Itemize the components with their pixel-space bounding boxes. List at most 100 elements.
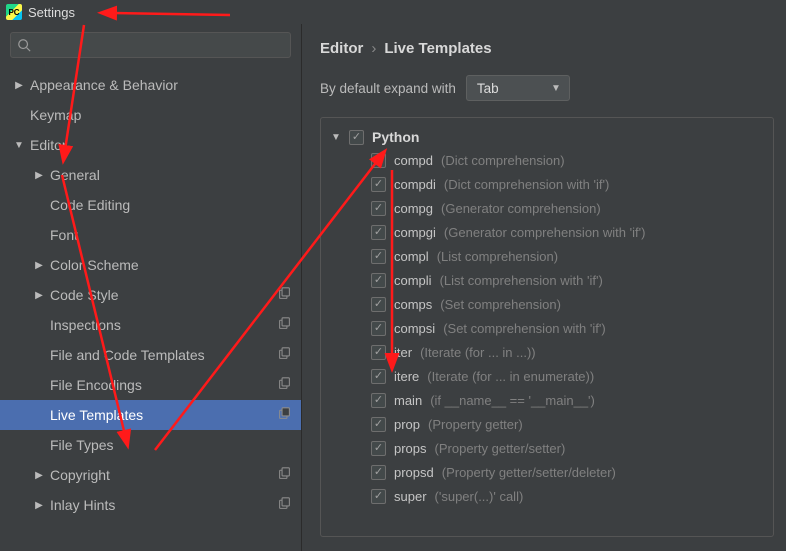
titlebar: PC Settings bbox=[0, 0, 786, 24]
template-description: (Property getter) bbox=[428, 417, 523, 432]
pycharm-icon: PC bbox=[6, 4, 22, 20]
template-group-row[interactable]: ▼ Python bbox=[331, 126, 769, 148]
scheme-icon bbox=[278, 317, 291, 333]
sidebar-item-label: Inspections bbox=[50, 317, 121, 333]
sidebar-item-label: File Encodings bbox=[50, 377, 142, 393]
template-key: compdi bbox=[394, 177, 436, 192]
template-checkbox[interactable] bbox=[371, 441, 386, 456]
template-checkbox[interactable] bbox=[371, 393, 386, 408]
template-checkbox[interactable] bbox=[371, 465, 386, 480]
sidebar-item-file-types[interactable]: ▶File Types bbox=[0, 430, 301, 460]
scheme-icon bbox=[278, 287, 291, 303]
template-checkbox[interactable] bbox=[371, 489, 386, 504]
search-icon bbox=[17, 38, 31, 52]
chevron-down-icon: ▼ bbox=[14, 140, 24, 151]
sidebar-item-keymap[interactable]: ▶Keymap bbox=[0, 100, 301, 130]
sidebar-item-label: Color Scheme bbox=[50, 257, 139, 273]
template-description: (if __name__ == '__main__') bbox=[430, 393, 595, 408]
template-item-comps[interactable]: comps (Set comprehension) bbox=[331, 292, 769, 316]
group-collapse-arrow[interactable]: ▼ bbox=[331, 132, 341, 143]
template-key: compsi bbox=[394, 321, 435, 336]
template-checkbox[interactable] bbox=[371, 321, 386, 336]
search-input[interactable] bbox=[10, 32, 291, 58]
sidebar-item-label: Font bbox=[50, 227, 78, 243]
template-checkbox[interactable] bbox=[371, 177, 386, 192]
template-description: (Set comprehension) bbox=[440, 297, 561, 312]
template-item-prop[interactable]: prop (Property getter) bbox=[331, 412, 769, 436]
template-item-compd[interactable]: compd(Dict comprehension) bbox=[331, 148, 769, 172]
template-description: (List comprehension) bbox=[437, 249, 558, 264]
sidebar-item-inlay-hints[interactable]: ▶Inlay Hints bbox=[0, 490, 301, 520]
template-key: compli bbox=[394, 273, 432, 288]
sidebar-item-label: Copyright bbox=[50, 467, 110, 483]
template-key: propsd bbox=[394, 465, 434, 480]
template-item-compsi[interactable]: compsi(Set comprehension with 'if') bbox=[331, 316, 769, 340]
template-item-propsd[interactable]: propsd(Property getter/setter/deleter) bbox=[331, 460, 769, 484]
template-checkbox[interactable] bbox=[371, 369, 386, 384]
chevron-right-icon: ▶ bbox=[34, 290, 44, 301]
expand-with-label: By default expand with bbox=[320, 81, 456, 96]
sidebar-item-editor[interactable]: ▼ Editor bbox=[0, 130, 301, 160]
sidebar-item-label: File Types bbox=[50, 437, 114, 453]
template-item-compg[interactable]: compg (Generator comprehension) bbox=[331, 196, 769, 220]
template-checkbox[interactable] bbox=[371, 225, 386, 240]
template-item-compl[interactable]: compl (List comprehension) bbox=[331, 244, 769, 268]
template-key: prop bbox=[394, 417, 420, 432]
template-checkbox[interactable] bbox=[371, 201, 386, 216]
expand-with-combobox[interactable]: Tab ▼ bbox=[466, 75, 570, 101]
chevron-right-icon: ▶ bbox=[34, 500, 44, 511]
chevron-right-icon: ▶ bbox=[34, 170, 44, 181]
template-description: (Iterate (for ... in ...)) bbox=[420, 345, 536, 360]
template-checkbox[interactable] bbox=[371, 417, 386, 432]
template-item-compdi[interactable]: compdi (Dict comprehension with 'if') bbox=[331, 172, 769, 196]
template-checkbox[interactable] bbox=[371, 153, 386, 168]
template-description: (Generator comprehension) bbox=[441, 201, 601, 216]
template-description: (Dict comprehension) bbox=[441, 153, 565, 168]
sidebar-item-file-encodings[interactable]: ▶File Encodings bbox=[0, 370, 301, 400]
template-description: (Iterate (for ... in enumerate)) bbox=[427, 369, 594, 384]
template-description: (Property getter/setter) bbox=[435, 441, 566, 456]
template-item-itere[interactable]: itere (Iterate (for ... in enumerate)) bbox=[331, 364, 769, 388]
sidebar-item-font[interactable]: ▶Font bbox=[0, 220, 301, 250]
template-item-super[interactable]: super('super(...)' call) bbox=[331, 484, 769, 508]
sidebar-item-appearance-behavior[interactable]: ▶Appearance & Behavior bbox=[0, 70, 301, 100]
chevron-right-icon: ▶ bbox=[34, 470, 44, 481]
group-label: Python bbox=[372, 129, 419, 145]
sidebar-item-label: General bbox=[50, 167, 100, 183]
template-item-main[interactable]: main (if __name__ == '__main__') bbox=[331, 388, 769, 412]
breadcrumb-live-templates: Live Templates bbox=[384, 40, 491, 57]
template-item-compgi[interactable]: compgi (Generator comprehension with 'if'… bbox=[331, 220, 769, 244]
template-checkbox[interactable] bbox=[371, 345, 386, 360]
sidebar-item-label: Keymap bbox=[30, 107, 81, 123]
sidebar-item-copyright[interactable]: ▶ Copyright bbox=[0, 460, 301, 490]
template-key: main bbox=[394, 393, 422, 408]
group-checkbox[interactable] bbox=[349, 130, 364, 145]
template-checkbox[interactable] bbox=[371, 249, 386, 264]
sidebar-item-label: Editor bbox=[30, 137, 67, 153]
template-description: (List comprehension with 'if') bbox=[440, 273, 603, 288]
template-key: comps bbox=[394, 297, 432, 312]
template-description: (Generator comprehension with 'if') bbox=[444, 225, 646, 240]
template-key: itere bbox=[394, 369, 419, 384]
template-item-compli[interactable]: compli (List comprehension with 'if') bbox=[331, 268, 769, 292]
template-checkbox[interactable] bbox=[371, 297, 386, 312]
scheme-icon bbox=[278, 377, 291, 393]
sidebar-item-file-and-code-templates[interactable]: ▶File and Code Templates bbox=[0, 340, 301, 370]
breadcrumb: Editor › Live Templates bbox=[320, 40, 774, 57]
window-title: Settings bbox=[28, 5, 75, 20]
template-key: compg bbox=[394, 201, 433, 216]
sidebar-item-code-style[interactable]: ▶Code Style bbox=[0, 280, 301, 310]
sidebar-item-code-editing[interactable]: ▶Code Editing bbox=[0, 190, 301, 220]
template-item-props[interactable]: props(Property getter/setter) bbox=[331, 436, 769, 460]
sidebar: ▶Appearance & Behavior▶Keymap▼Editor▶Gen… bbox=[0, 24, 302, 551]
template-description: (Dict comprehension with 'if') bbox=[444, 177, 609, 192]
template-key: compl bbox=[394, 249, 429, 264]
sidebar-item-color-scheme[interactable]: ▶Color Scheme bbox=[0, 250, 301, 280]
sidebar-item-general[interactable]: ▶ General bbox=[0, 160, 301, 190]
sidebar-item-inspections[interactable]: ▶Inspections bbox=[0, 310, 301, 340]
template-item-iter[interactable]: iter(Iterate (for ... in ...)) bbox=[331, 340, 769, 364]
template-checkbox[interactable] bbox=[371, 273, 386, 288]
template-key: compgi bbox=[394, 225, 436, 240]
template-description: ('super(...)' call) bbox=[435, 489, 524, 504]
sidebar-item-live-templates[interactable]: ▶Live Templates bbox=[0, 400, 301, 430]
